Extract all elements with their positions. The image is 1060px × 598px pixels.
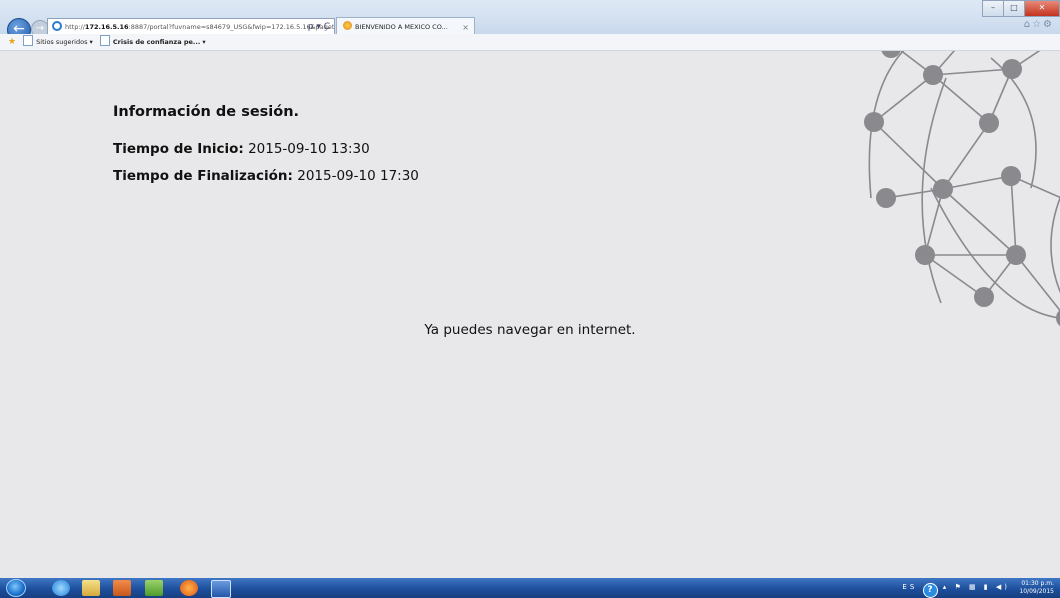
favorites-bar: ★ Sitios sugeridos ▾ Crisis de confianza… [0, 34, 1060, 51]
internet-explorer-icon[interactable] [52, 580, 70, 596]
url-prefix: http:// [65, 23, 85, 31]
url-rest: :8887/portal?fuvname=s84679_USG&fwip=172… [128, 23, 335, 31]
home-favorites-tools-icons[interactable]: ⌂☆⚙ [1024, 19, 1054, 30]
file-explorer-icon[interactable] [82, 580, 100, 596]
page-content: Información de sesión. Tiempo de Inicio:… [6, 51, 1060, 578]
url-host: 172.16.5.16 [84, 23, 129, 31]
favicon-icon [343, 21, 352, 30]
close-button[interactable]: ✕ [1024, 0, 1060, 17]
app-icon[interactable] [145, 580, 163, 596]
ie-icon [52, 21, 62, 31]
minimize-button[interactable]: – [982, 0, 1004, 17]
media-player-icon[interactable] [113, 580, 131, 596]
session-info-title: Información de sesión. [113, 104, 300, 120]
word-icon[interactable] [211, 580, 231, 598]
start-time-label: Tiempo de Inicio: [113, 141, 244, 157]
end-time-row: Tiempo de Finalización: 2015-09-10 17:30 [113, 168, 419, 184]
end-time-value: 2015-09-10 17:30 [292, 168, 419, 184]
network-graphic [864, 51, 1060, 326]
clock-time: 01:30 p.m. [1021, 580, 1054, 587]
end-time-label: Tiempo de Finalización: [113, 168, 293, 184]
start-time-row: Tiempo de Inicio: 2015-09-10 13:30 [113, 141, 370, 157]
favorites-item-label: Sitios sugeridos ▾ [36, 38, 93, 46]
page-icon [23, 35, 34, 46]
browser-window: ← → http://172.16.5.16:8887/portal?fuvna… [0, 0, 1060, 598]
favorites-item-label: Crisis de confianza pe... [112, 38, 201, 46]
clock-date: 10/09/2015 [1019, 588, 1054, 595]
favorites-item-sitios[interactable]: Sitios sugeridos ▾ [23, 35, 93, 46]
taskbar: ES ? ▴ ⚑ ▦ ▮ ◀) 01:30 p.m. 10/09/2015 [0, 578, 1060, 598]
start-time-value: 2015-09-10 13:30 [243, 141, 370, 157]
maximize-button[interactable]: □ [1003, 0, 1025, 17]
help-icon[interactable]: ? [922, 583, 938, 598]
window-controls: – □ ✕ [982, 0, 1060, 17]
favorites-item-crisis[interactable]: Crisis de confianza pe... ▾ [99, 35, 206, 46]
chevron-down-icon[interactable]: ▾ [202, 38, 205, 46]
navigation-message: Ya puedes navegar en internet. [424, 322, 636, 338]
clock[interactable]: 01:30 p.m. 10/09/2015 [1019, 580, 1054, 596]
start-button[interactable] [6, 579, 26, 597]
page-icon [99, 35, 110, 46]
system-tray[interactable]: ES ? ▴ ⚑ ▦ ▮ ◀) [902, 583, 1010, 598]
firefox-icon[interactable] [180, 580, 198, 596]
title-bar: ← → http://172.16.5.16:8887/portal?fuvna… [0, 0, 1060, 42]
favorites-star-icon[interactable]: ★ [8, 37, 16, 47]
tab-title: BIENVENIDO A MEXICO CO... [355, 23, 448, 31]
language-indicator[interactable]: ES [902, 583, 917, 591]
